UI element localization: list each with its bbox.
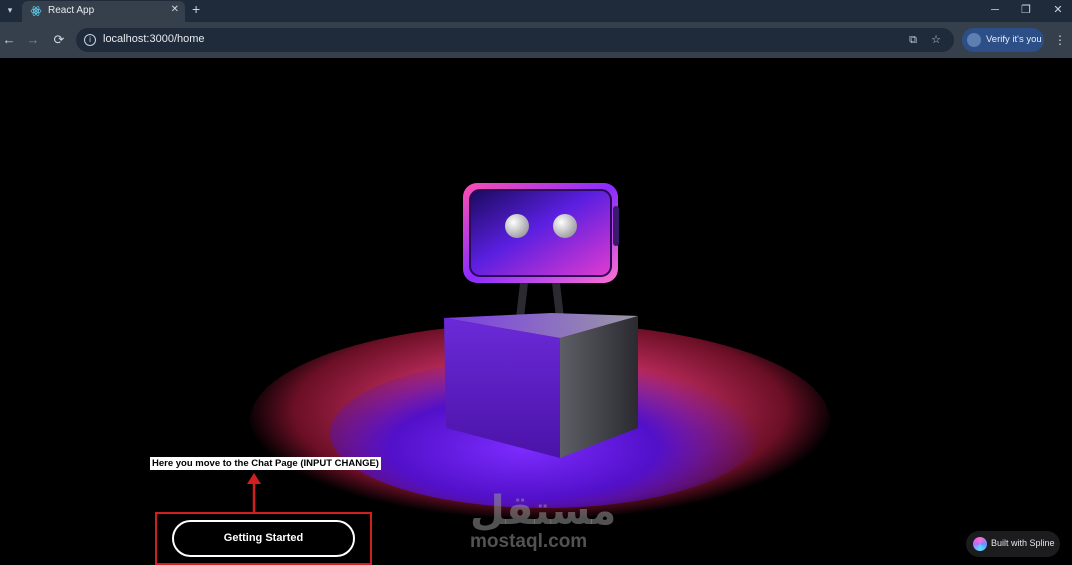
robot-eye-left xyxy=(505,214,529,238)
tab-strip: ▾ React App ✕ + ─ ❐ ✕ xyxy=(0,0,1072,22)
spline-badge-label: Built with Spline xyxy=(991,538,1055,548)
plus-icon[interactable]: + xyxy=(192,1,200,17)
getting-started-button[interactable]: Getting Started xyxy=(172,520,355,557)
forward-icon[interactable]: → xyxy=(25,32,41,48)
robot-eye-right xyxy=(553,214,577,238)
arrow-up-icon xyxy=(247,473,261,512)
address-bar[interactable]: i localhost:3000/home ⧉ ☆ xyxy=(76,28,954,52)
tab-react-app[interactable]: React App ✕ xyxy=(22,1,185,22)
robot-3d-scene[interactable] xyxy=(430,178,660,468)
minimize-icon[interactable]: ─ xyxy=(988,3,1002,17)
watermark-logo-latin: mostaql.com xyxy=(470,531,588,552)
back-icon[interactable]: ← xyxy=(1,32,17,48)
annotation-label: Here you move to the Chat Page (INPUT CH… xyxy=(150,457,381,470)
reload-icon[interactable]: ⟳ xyxy=(51,32,67,48)
profile-verify-button[interactable]: Verify it's you xyxy=(962,28,1044,52)
verify-label: Verify it's you xyxy=(986,34,1042,45)
browser-toolbar: ← → ⟳ i localhost:3000/home ⧉ ☆ Verify i… xyxy=(0,22,1072,58)
close-icon[interactable]: ✕ xyxy=(171,4,179,15)
info-icon[interactable]: i xyxy=(84,34,96,46)
tab-search-icon[interactable]: ▾ xyxy=(3,3,17,17)
spline-logo-icon xyxy=(973,537,987,551)
install-app-icon[interactable]: ⧉ xyxy=(906,33,920,47)
tab-title: React App xyxy=(48,5,95,16)
watermark-logo-arabic: مستقل xyxy=(470,489,617,533)
page-viewport: Here you move to the Chat Page (INPUT CH… xyxy=(0,58,1072,565)
url-text[interactable]: localhost:3000/home xyxy=(103,33,205,45)
react-icon xyxy=(30,6,42,16)
avatar xyxy=(967,33,981,47)
star-icon[interactable]: ☆ xyxy=(929,33,943,47)
restore-icon[interactable]: ❐ xyxy=(1019,3,1033,17)
more-vert-icon[interactable]: ⋮ xyxy=(1053,32,1067,48)
built-with-spline-badge[interactable]: Built with Spline xyxy=(966,531,1060,557)
window-close-icon[interactable]: ✕ xyxy=(1051,3,1065,17)
